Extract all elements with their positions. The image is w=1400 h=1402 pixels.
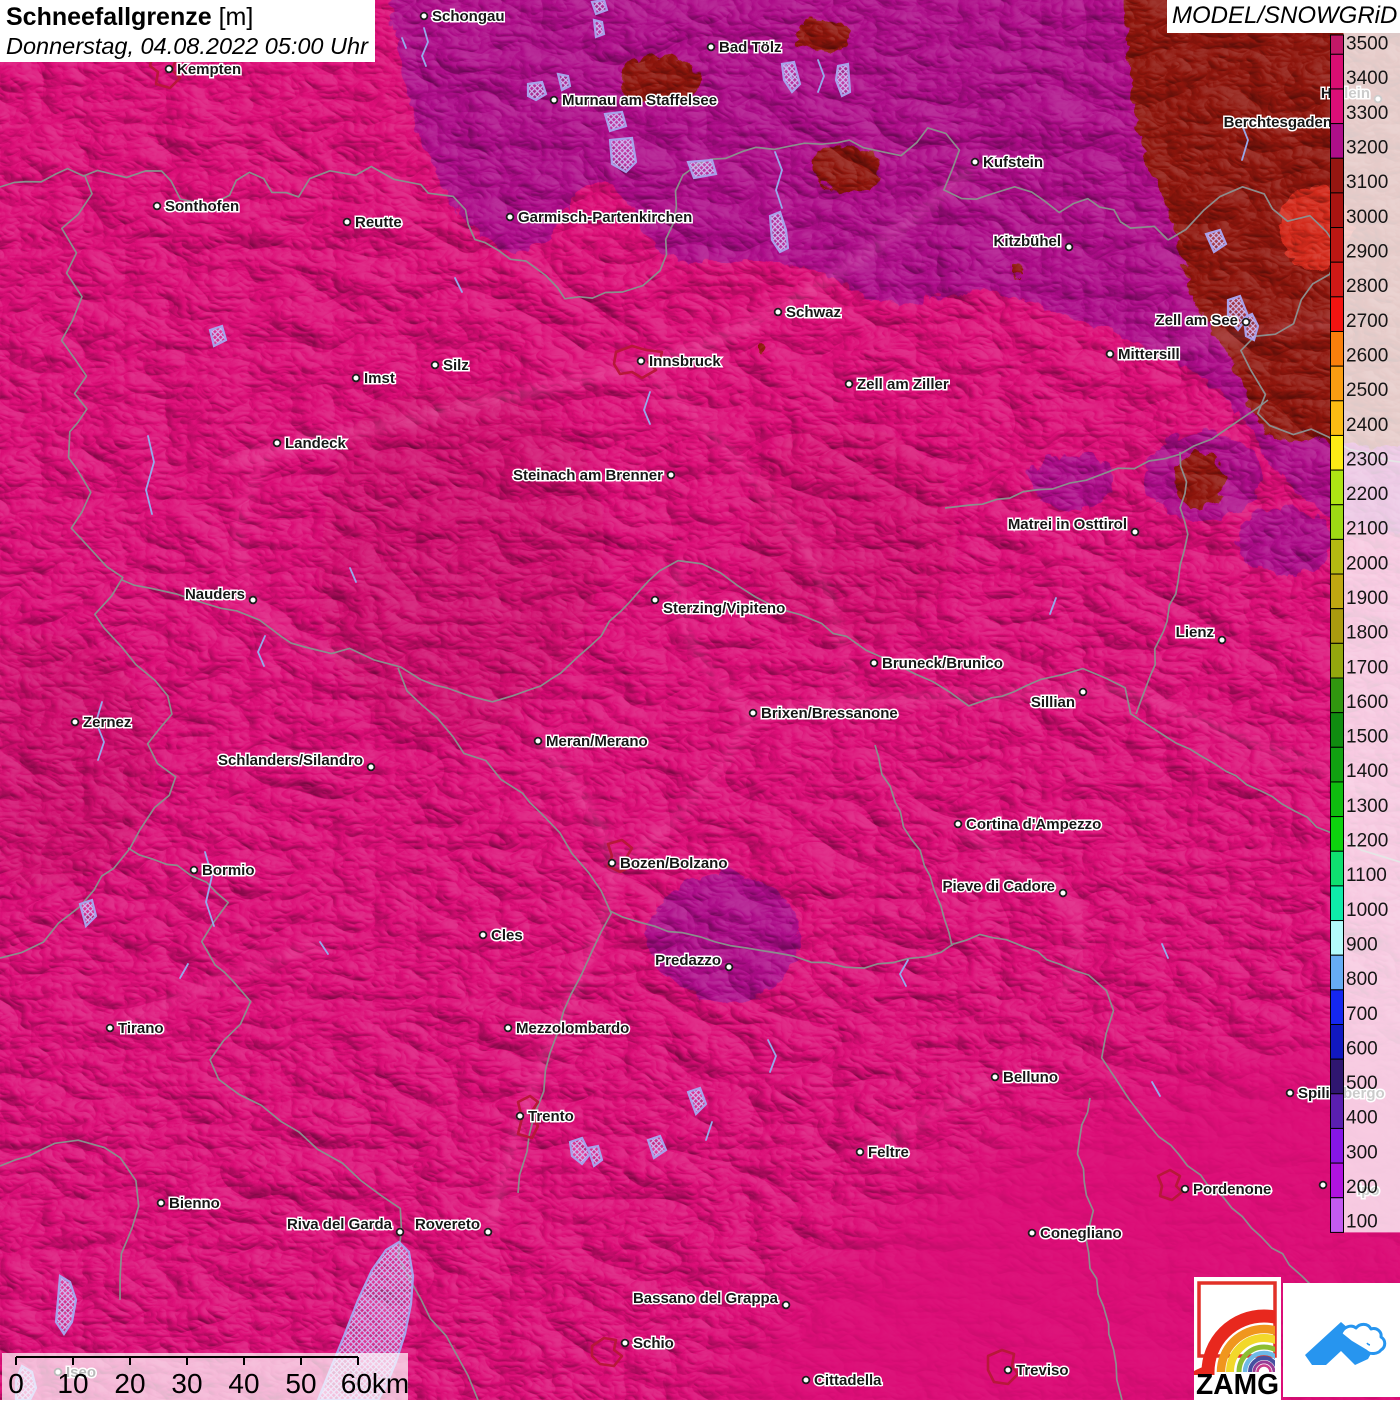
svg-text:1800: 1800 [1346, 623, 1388, 644]
svg-text:Reutte: Reutte [355, 214, 402, 231]
svg-text:30: 30 [171, 1368, 202, 1399]
svg-text:Predazzo: Predazzo [655, 952, 721, 969]
svg-text:2400: 2400 [1346, 415, 1388, 436]
svg-text:60km: 60km [341, 1368, 408, 1399]
svg-text:Bormio: Bormio [202, 862, 255, 879]
svg-text:2900: 2900 [1346, 242, 1388, 263]
svg-text:1100: 1100 [1346, 865, 1387, 886]
svg-text:Nauders: Nauders [185, 586, 245, 603]
svg-text:2000: 2000 [1346, 553, 1388, 574]
svg-text:Bienno: Bienno [169, 1195, 220, 1212]
svg-text:200: 200 [1346, 1177, 1378, 1198]
svg-text:Kufstein: Kufstein [983, 154, 1043, 171]
svg-text:40: 40 [228, 1368, 259, 1399]
svg-text:Kitzbühel: Kitzbühel [994, 233, 1062, 250]
svg-text:ZAMG: ZAMG [1196, 1369, 1279, 1400]
svg-text:Tirano: Tirano [118, 1020, 164, 1037]
svg-text:Conegliano: Conegliano [1040, 1225, 1122, 1242]
svg-text:2800: 2800 [1346, 276, 1388, 297]
svg-text:900: 900 [1346, 935, 1378, 956]
svg-text:700: 700 [1346, 1004, 1378, 1025]
svg-text:3200: 3200 [1346, 138, 1388, 159]
svg-text:1200: 1200 [1346, 831, 1388, 852]
svg-text:Zell am See: Zell am See [1155, 312, 1238, 329]
svg-text:100: 100 [1346, 1212, 1378, 1233]
svg-text:Lienz: Lienz [1176, 624, 1214, 641]
svg-text:Steinach am Brenner: Steinach am Brenner [513, 467, 663, 484]
svg-text:Feltre: Feltre [868, 1144, 909, 1161]
svg-text:Bad Tölz: Bad Tölz [719, 39, 782, 56]
svg-text:Kempten: Kempten [177, 61, 241, 78]
svg-text:Trento: Trento [528, 1108, 574, 1125]
svg-text:Schongau: Schongau [432, 8, 505, 25]
svg-text:3300: 3300 [1346, 103, 1388, 124]
svg-text:Cortina d'Ampezzo: Cortina d'Ampezzo [966, 816, 1101, 833]
svg-text:Landeck: Landeck [285, 435, 347, 452]
svg-text:Mittersill: Mittersill [1118, 346, 1180, 363]
svg-text:Pieve di Cadore: Pieve di Cadore [942, 878, 1055, 895]
svg-text:2100: 2100 [1346, 519, 1388, 540]
svg-text:2200: 2200 [1346, 484, 1388, 505]
svg-text:Sillian: Sillian [1031, 694, 1075, 711]
svg-text:20: 20 [114, 1368, 145, 1399]
svg-text:3500: 3500 [1346, 34, 1388, 55]
svg-text:Mezzolombardo: Mezzolombardo [516, 1020, 629, 1037]
svg-text:300: 300 [1346, 1142, 1378, 1163]
svg-text:Innsbruck: Innsbruck [649, 353, 721, 370]
svg-text:Belluno: Belluno [1003, 1069, 1058, 1086]
svg-text:Sterzing/Vipiteno: Sterzing/Vipiteno [663, 600, 785, 617]
svg-text:Silz: Silz [443, 357, 469, 374]
svg-text:1600: 1600 [1346, 692, 1388, 713]
svg-text:Sonthofen: Sonthofen [165, 198, 239, 215]
svg-text:Cittadella: Cittadella [814, 1372, 882, 1389]
svg-text:Garmisch-Partenkirchen: Garmisch-Partenkirchen [518, 209, 692, 226]
svg-text:2700: 2700 [1346, 311, 1388, 332]
svg-text:2300: 2300 [1346, 449, 1388, 470]
svg-text:Bruneck/Brunico: Bruneck/Brunico [882, 655, 1003, 672]
svg-text:Treviso: Treviso [1016, 1362, 1069, 1379]
svg-text:Imst: Imst [364, 370, 395, 387]
svg-text:Bozen/Bolzano: Bozen/Bolzano [620, 855, 728, 872]
svg-text:1300: 1300 [1346, 796, 1388, 817]
svg-text:1400: 1400 [1346, 761, 1388, 782]
svg-text:Riva del Garda: Riva del Garda [287, 1216, 393, 1233]
svg-text:Cles: Cles [491, 927, 523, 944]
svg-text:Zernez: Zernez [83, 714, 131, 731]
svg-text:0: 0 [8, 1368, 24, 1399]
svg-text:800: 800 [1346, 969, 1378, 990]
svg-text:3000: 3000 [1346, 207, 1388, 228]
svg-text:1500: 1500 [1346, 727, 1388, 748]
svg-text:1900: 1900 [1346, 588, 1388, 609]
svg-text:600: 600 [1346, 1038, 1378, 1059]
svg-text:Rovereto: Rovereto [415, 1216, 480, 1233]
svg-text:10: 10 [57, 1368, 88, 1399]
svg-text:1700: 1700 [1346, 657, 1388, 678]
svg-text:500: 500 [1346, 1073, 1378, 1094]
svg-text:50: 50 [285, 1368, 316, 1399]
svg-text:1000: 1000 [1346, 900, 1388, 921]
svg-text:Schlanders/Silandro: Schlanders/Silandro [218, 752, 363, 769]
svg-text:Matrei in Osttirol: Matrei in Osttirol [1008, 516, 1127, 533]
svg-text:2600: 2600 [1346, 345, 1388, 366]
svg-text:400: 400 [1346, 1108, 1378, 1129]
svg-text:Zell am Ziller: Zell am Ziller [857, 376, 949, 393]
svg-text:Meran/Merano: Meran/Merano [546, 733, 648, 750]
svg-text:Schio: Schio [633, 1335, 674, 1352]
svg-text:Murnau am Staffelsee: Murnau am Staffelsee [562, 92, 717, 109]
svg-text:Pordenone: Pordenone [1193, 1181, 1271, 1198]
svg-text:3400: 3400 [1346, 68, 1388, 89]
svg-text:2500: 2500 [1346, 380, 1388, 401]
svg-text:Bassano del Grappa: Bassano del Grappa [633, 1290, 779, 1307]
svg-text:Schwaz: Schwaz [786, 304, 841, 321]
svg-text:Berchtesgaden: Berchtesgaden [1224, 114, 1332, 131]
svg-text:Brixen/Bressanone: Brixen/Bressanone [761, 705, 898, 722]
svg-text:3100: 3100 [1346, 172, 1388, 193]
